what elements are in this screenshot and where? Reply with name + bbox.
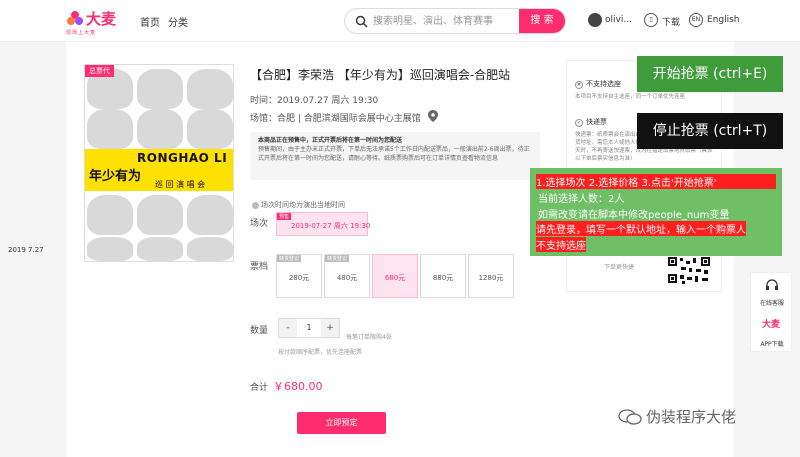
stock-tag: 缺货登记: [277, 255, 302, 262]
notice-text: 预售期间，由于主办未正式开票，下单后无法承诺5个工作日内配送票品，一般演出前2-…: [258, 146, 530, 162]
side-heading-1: 不支持选座: [586, 80, 621, 88]
event-poster: 总票代 RONGHAO LI 年少有为 巡 回 演 唱 会: [84, 64, 234, 262]
side-heading-2: 快递票: [586, 118, 607, 126]
quantity-stepper: - 1 +: [278, 318, 340, 338]
total-value: ￥680.00: [273, 380, 323, 393]
wechat-icon: [618, 409, 642, 425]
instruction-people: 当前选择人数：2人: [538, 194, 625, 205]
instruction-variable: 如需改变请在脚本中修改people_num变量: [538, 210, 730, 221]
poster-face: [137, 237, 183, 261]
venue-value: 合肥 | 合肥滨湖国际会展中心主展馆: [277, 114, 421, 124]
logo-text: 大麦: [86, 10, 117, 28]
poster-face: [187, 237, 233, 261]
online-service-label[interactable]: 在线客服: [751, 298, 793, 307]
price-value: 1280元: [478, 274, 504, 282]
qr-code-icon: [666, 255, 712, 285]
headset-icon[interactable]: [765, 279, 779, 293]
event-time: 时间：2019.07.27 周六 19:30: [250, 93, 378, 106]
session-option[interactable]: 预售 2019-07-27 周六 19:30: [276, 212, 371, 236]
event-venue: 场馆：合肥 | 合肥滨湖国际会展中心主展馆: [250, 111, 421, 124]
poster-face: [137, 69, 183, 109]
poster-face: [137, 109, 183, 149]
session-label: 场次: [250, 219, 269, 229]
user-name: olivi...: [605, 15, 632, 25]
download-label: 下载: [662, 18, 681, 28]
buy-now-button[interactable]: 立即预定: [297, 412, 386, 434]
price-option[interactable]: 1280元: [468, 254, 514, 298]
instruction-box: 1.选择场次 2.选择价格 3.点击'开始抢票' 当前选择人数：2人 如需改变请…: [530, 168, 782, 256]
notice-heading: 本商品正在预售中，正式开票后将在第一时间为您配送: [258, 137, 403, 144]
watermark-text: 伪装程序大佬: [646, 408, 737, 426]
nav-category[interactable]: 分类: [168, 14, 188, 29]
instruction-steps: 1.选择场次 2.选择价格 3.点击'开始抢票': [536, 174, 776, 189]
price-label: 票档: [250, 262, 269, 272]
search-input[interactable]: [373, 12, 518, 30]
price-option[interactable]: 880元: [420, 254, 466, 298]
price-value: 280元: [288, 274, 310, 282]
language-icon: EN: [689, 13, 703, 27]
faster-order-text: 下单更快捷: [604, 264, 635, 271]
poster-subtitle: 巡 回 演 唱 会: [155, 180, 206, 189]
app-logo: 大麦: [762, 320, 781, 330]
no-seat-select-heading: ✕ 不支持选座: [575, 79, 621, 89]
quantity-plus-button[interactable]: +: [321, 319, 339, 337]
stock-tag: 缺货登记: [325, 255, 350, 262]
venue-label: 场馆：: [250, 114, 278, 124]
poster-date: 2019 7.27: [8, 246, 44, 254]
timezone-hint: 场次时间均为演出当地时间: [252, 200, 345, 210]
poster-artist: RONGHAO LI: [137, 151, 228, 165]
total-label: 合计: [250, 383, 269, 393]
poster-face: [87, 237, 133, 261]
poster-face: [137, 195, 183, 235]
floating-toolbar: 在线客服 大麦 APP下载: [750, 272, 792, 352]
side-text-1: 本项目不支持自主选座，同一个订单优先连座: [575, 94, 686, 100]
damai-logo[interactable]: 大麦 现场上大麦: [66, 8, 118, 36]
search-bar: 搜 索: [344, 8, 566, 34]
session-text: 2019-07-27 周六 19:30: [291, 222, 371, 230]
phone-icon: ▯: [644, 13, 658, 27]
start-grab-button[interactable]: 开始抢票 (ctrl+E): [637, 56, 783, 92]
presale-notice: 本商品正在预售中，正式开票后将在第一时间为您配送 预售期间，由于主办未正式开票，…: [250, 132, 540, 180]
close-circle-icon: ✕: [575, 81, 583, 89]
event-title: 【合肥】李荣浩 【年少有为】巡回演唱会-合肥站: [250, 68, 511, 82]
hint-text: 场次时间均为演出当地时间: [261, 201, 345, 209]
quantity-minus-button[interactable]: -: [279, 319, 297, 337]
time-value: 2019.07.27 周六 19:30: [277, 96, 379, 106]
quantity-limit-note: 每笔订单限购4张: [346, 334, 392, 341]
poster-face: [187, 195, 233, 235]
price-option[interactable]: 缺货登记 480元: [324, 254, 370, 298]
language-label: English: [707, 15, 740, 25]
instruction-seat: 不支持选座: [536, 237, 586, 252]
price-value: 880元: [432, 274, 454, 282]
express-ticket-heading: ✓ 快递票: [575, 117, 607, 127]
poster-tag: 总票代: [85, 65, 114, 77]
quantity-value[interactable]: 1: [297, 319, 321, 337]
check-circle-icon: ✓: [575, 119, 583, 127]
search-icon: [355, 15, 368, 28]
app-download-label[interactable]: APP下载: [751, 339, 793, 348]
avatar: [588, 13, 602, 27]
search-button[interactable]: 搜 索: [519, 9, 565, 33]
price-value: 480元: [336, 274, 358, 282]
poster-face: [187, 69, 233, 109]
poster-face: [187, 109, 233, 149]
presale-tag: 预售: [277, 213, 292, 220]
quantity-label: 数量: [250, 326, 269, 336]
poster-title: 年少有为: [89, 169, 142, 184]
price-option-selected[interactable]: 680元: [372, 254, 418, 298]
nav-home[interactable]: 首页: [140, 14, 160, 29]
logo-flower-icon: [67, 11, 83, 25]
price-value: 680元: [384, 274, 406, 282]
instruction-login: 请先登录，填写一个默认地址，输入一个购票人: [536, 221, 746, 236]
poster-face: [87, 195, 133, 235]
stop-grab-button[interactable]: 停止抢票 (ctrl+T): [637, 113, 783, 149]
top-header: 大麦 现场上大麦 首页 分类 搜 索 olivi... ▯ 下载 EN Engl…: [0, 0, 800, 42]
price-option[interactable]: 缺货登记 280元: [276, 254, 322, 298]
info-icon: [252, 201, 259, 209]
poster-face: [87, 109, 133, 149]
logo-slogan: 现场上大麦: [66, 30, 97, 36]
map-pin-icon[interactable]: [428, 110, 438, 122]
time-label: 时间：: [250, 96, 278, 106]
quantity-sub-note: 按付款顺序配票，优先连座配票: [278, 349, 363, 356]
